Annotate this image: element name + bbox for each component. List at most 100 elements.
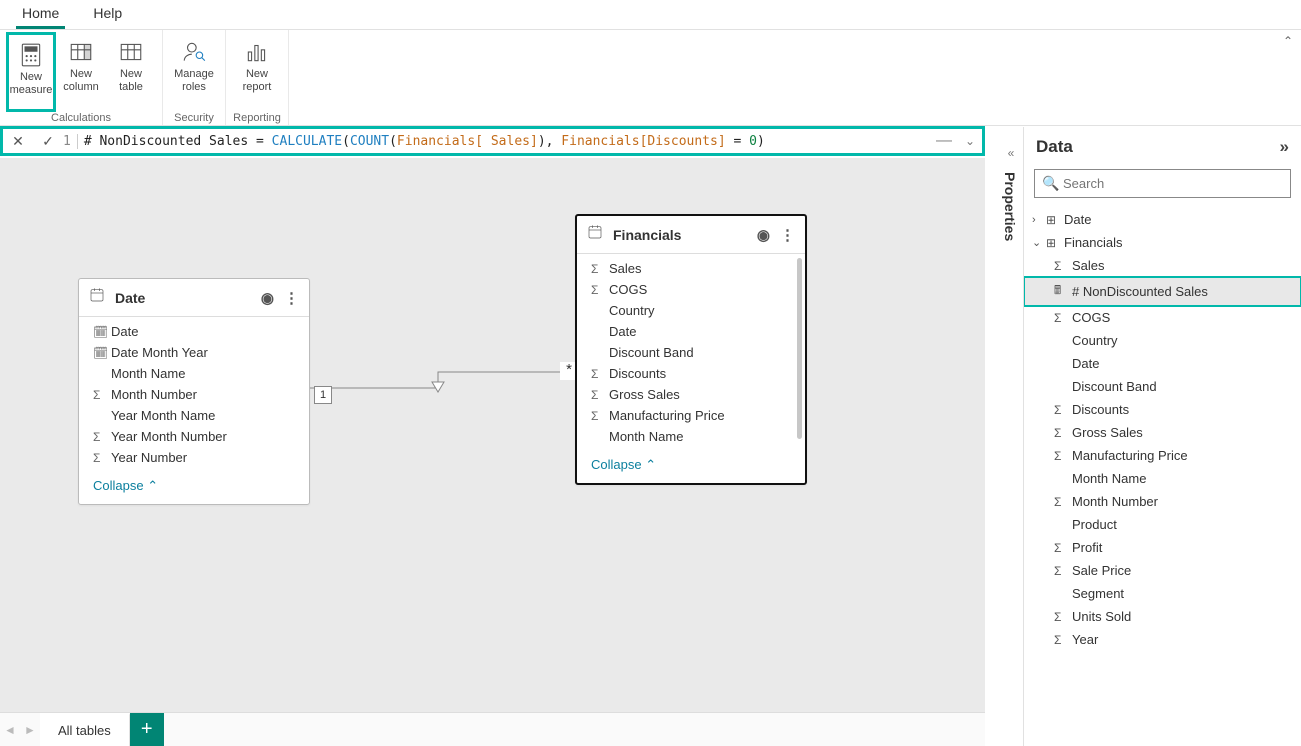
field-row[interactable]: Discount Band	[577, 342, 805, 363]
model-canvas[interactable]: 1 * Date ◉ ⋮ 🗓Date 🗓Date Month Year Mont…	[0, 158, 985, 712]
field-row[interactable]: ΣMonth Number	[79, 384, 309, 405]
tree-field-nondiscounted-sales[interactable]: 🖩# NonDiscounted Sales	[1024, 277, 1301, 306]
ribbon: New measure New column New table Calcula…	[0, 30, 1301, 126]
new-column-button[interactable]: New column	[56, 32, 106, 112]
bottom-tab-bar: ◄ ► All tables +	[0, 712, 985, 746]
sigma-icon: Σ	[1054, 403, 1072, 417]
measure-icon: 🖩	[1054, 281, 1072, 302]
new-report-button[interactable]: New report	[232, 32, 282, 112]
sigma-icon: Σ	[591, 388, 609, 402]
tree-field[interactable]: Month Name	[1024, 467, 1301, 490]
table-column-icon	[68, 36, 94, 68]
tree-field[interactable]: ΣMonth Number	[1024, 490, 1301, 513]
formula-cancel-button[interactable]: ✕	[3, 133, 33, 150]
sigma-icon: Σ	[1054, 426, 1072, 440]
visibility-icon[interactable]: ◉	[757, 226, 770, 244]
ribbon-group-security: Manage roles Security	[163, 30, 226, 125]
ribbon-collapse-caret-icon[interactable]: ⌃	[1283, 34, 1293, 48]
tree-field[interactable]: ΣSales	[1024, 254, 1301, 277]
tree-field[interactable]: Date	[1024, 352, 1301, 375]
data-search: 🔍	[1034, 169, 1291, 198]
collapse-link[interactable]: Collapse ⌃	[577, 449, 805, 483]
chevron-up-icon: ⌃	[645, 457, 656, 472]
entity-date[interactable]: Date ◉ ⋮ 🗓Date 🗓Date Month Year Month Na…	[78, 278, 310, 505]
more-options-icon[interactable]: ⋮	[780, 226, 795, 244]
table-icon	[118, 36, 144, 68]
chevron-down-icon: ⌄	[1032, 236, 1046, 249]
bar-chart-icon	[244, 36, 270, 68]
tree-table-financials[interactable]: ⌄ ⊞ Financials	[1024, 231, 1301, 254]
sigma-icon: Σ	[1054, 610, 1072, 624]
field-row[interactable]: Year Month Name	[79, 405, 309, 426]
tree-field[interactable]: ΣDiscounts	[1024, 398, 1301, 421]
ribbon-group-label-calculations: Calculations	[6, 112, 156, 125]
tree-field[interactable]: ΣUnits Sold	[1024, 605, 1301, 628]
properties-pane-collapsed: « Properties	[999, 140, 1023, 255]
data-pane-title: Data	[1036, 137, 1073, 157]
field-row[interactable]: Month Name	[79, 363, 309, 384]
tree-field[interactable]: ΣManufacturing Price	[1024, 444, 1301, 467]
search-icon: 🔍	[1042, 175, 1059, 192]
field-row[interactable]: 🗓Date Month Year	[79, 342, 309, 363]
tree-field[interactable]: Product	[1024, 513, 1301, 536]
formula-commit-button[interactable]: ✓	[33, 133, 63, 150]
manage-roles-button[interactable]: Manage roles	[169, 32, 219, 112]
layout-tab-all-tables[interactable]: All tables	[40, 713, 130, 746]
entity-header-date[interactable]: Date ◉ ⋮	[79, 279, 309, 317]
person-search-icon	[181, 36, 207, 68]
tree-field[interactable]: ΣYear	[1024, 628, 1301, 651]
add-layout-button[interactable]: +	[130, 713, 164, 746]
field-row[interactable]: ΣYear Month Number	[79, 426, 309, 447]
new-table-button[interactable]: New table	[106, 32, 156, 112]
field-row[interactable]: Date	[577, 321, 805, 342]
tree-field[interactable]: Discount Band	[1024, 375, 1301, 398]
field-row[interactable]: ΣCOGS	[577, 279, 805, 300]
tree-field[interactable]: ΣSale Price	[1024, 559, 1301, 582]
field-row[interactable]: ΣSales	[577, 258, 805, 279]
field-row[interactable]: ΣManufacturing Price	[577, 405, 805, 426]
entity-header-financials[interactable]: Financials ◉ ⋮	[577, 216, 805, 254]
entity-financials[interactable]: Financials ◉ ⋮ ΣSales ΣCOGS Country Date…	[575, 214, 807, 485]
relationship-one-badge: 1	[314, 386, 332, 404]
formula-expand-button[interactable]: ⌄	[958, 134, 982, 148]
formula-bar: ✕ ✓ 1# NonDiscounted Sales = CALCULATE(C…	[0, 126, 985, 156]
field-row[interactable]: ΣDiscounts	[577, 363, 805, 384]
tab-home[interactable]: Home	[16, 0, 65, 29]
ribbon-group-reporting: New report Reporting	[226, 30, 289, 125]
formula-input[interactable]: 1# NonDiscounted Sales = CALCULATE(COUNT…	[63, 134, 936, 149]
tree-field[interactable]: ΣCOGS	[1024, 306, 1301, 329]
expand-properties-button[interactable]: «	[999, 140, 1023, 166]
sigma-icon: Σ	[1054, 449, 1072, 463]
scrollbar[interactable]	[797, 258, 802, 439]
table-icon: ⊞	[1046, 236, 1064, 250]
sigma-icon: Σ	[93, 388, 111, 402]
field-row[interactable]: Country	[577, 300, 805, 321]
tree-field[interactable]: ΣGross Sales	[1024, 421, 1301, 444]
tree-field[interactable]: Segment	[1024, 582, 1301, 605]
tab-help[interactable]: Help	[87, 0, 128, 29]
properties-label[interactable]: Properties	[999, 166, 1021, 255]
entity-title: Financials	[613, 227, 681, 243]
field-row[interactable]: ΣGross Sales	[577, 384, 805, 405]
sigma-icon: Σ	[591, 409, 609, 423]
tab-nav-prev[interactable]: ◄	[0, 713, 20, 746]
sigma-icon: Σ	[93, 451, 111, 465]
data-search-input[interactable]	[1034, 169, 1291, 198]
tree-field[interactable]: ΣProfit	[1024, 536, 1301, 559]
sigma-icon: Σ	[1054, 495, 1072, 509]
field-row[interactable]: ΣYear Number	[79, 447, 309, 468]
field-row[interactable]: 🗓Date	[79, 321, 309, 342]
collapse-data-pane-button[interactable]: »	[1280, 137, 1289, 157]
tree-table-date[interactable]: › ⊞ Date	[1024, 208, 1301, 231]
collapse-link[interactable]: Collapse ⌃	[79, 470, 309, 504]
sigma-icon: Σ	[93, 430, 111, 444]
ribbon-group-label-reporting: Reporting	[232, 112, 282, 125]
ribbon-group-label-security: Security	[169, 112, 219, 125]
field-row[interactable]: Month Name	[577, 426, 805, 447]
new-measure-button[interactable]: New measure	[6, 32, 56, 112]
measure-calculator-icon	[18, 39, 44, 71]
tree-field[interactable]: Country	[1024, 329, 1301, 352]
tab-nav-next[interactable]: ►	[20, 713, 40, 746]
more-options-icon[interactable]: ⋮	[284, 289, 299, 307]
visibility-icon[interactable]: ◉	[261, 289, 274, 307]
